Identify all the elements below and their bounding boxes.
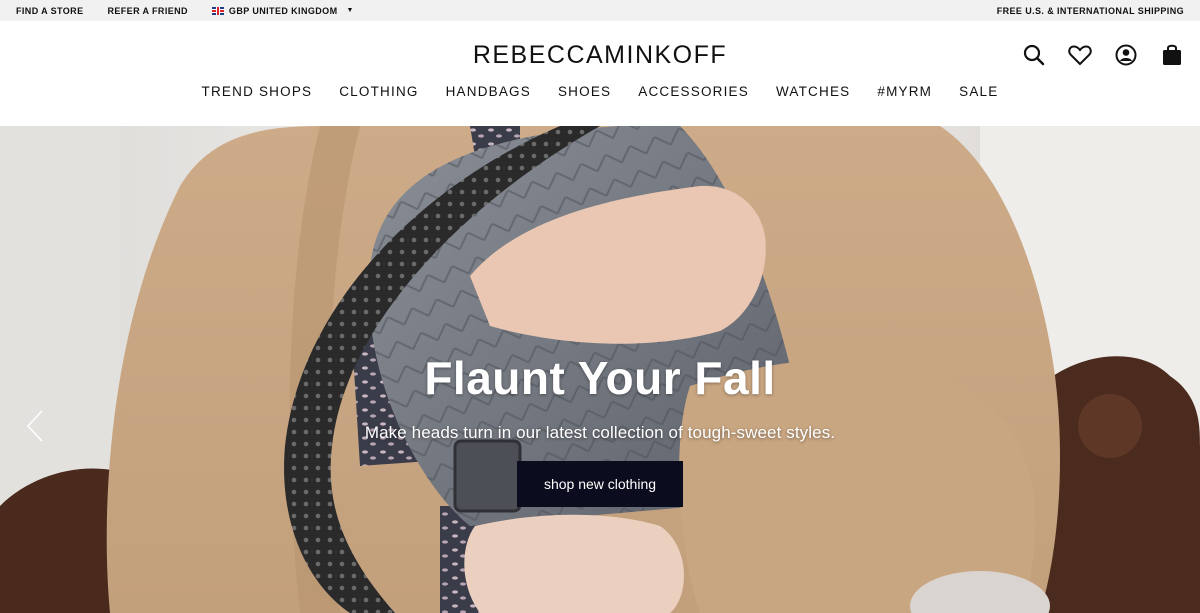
nav-trend-shops[interactable]: TREND SHOPS <box>202 84 313 99</box>
nav-accessories[interactable]: ACCESSORIES <box>638 84 749 99</box>
uk-flag-icon <box>211 6 224 15</box>
utility-bar: FIND A STORE REFER A FRIEND GBP UNITED K… <box>0 0 1200 21</box>
heart-icon[interactable] <box>1068 43 1092 67</box>
nav-handbags[interactable]: HANDBAGS <box>446 84 531 99</box>
nav-sale[interactable]: SALE <box>959 84 998 99</box>
shopping-bag-icon[interactable] <box>1160 43 1184 67</box>
shipping-message: FREE U.S. & INTERNATIONAL SHIPPING <box>996 5 1184 16</box>
hero-subtitle: Make heads turn in our latest collection… <box>364 423 836 442</box>
site-header: REBECCAMINKOFF TREND SHOPS CLOTHING HAND… <box>0 21 1200 126</box>
country-selector[interactable]: GBP UNITED KINGDOM ▼ <box>211 5 354 16</box>
nav-myrm[interactable]: #MYRM <box>877 84 932 99</box>
hero-content: Flaunt Your Fall Make heads turn in our … <box>0 351 1200 507</box>
account-icon[interactable] <box>1114 43 1138 67</box>
caret-down-icon: ▼ <box>346 7 354 14</box>
header-icons <box>1022 43 1184 67</box>
find-store-link[interactable]: FIND A STORE <box>16 6 83 16</box>
refer-friend-link[interactable]: REFER A FRIEND <box>107 6 187 16</box>
search-icon[interactable] <box>1022 43 1046 67</box>
nav-clothing[interactable]: CLOTHING <box>339 84 418 99</box>
hero-title: Flaunt Your Fall <box>424 352 776 404</box>
utility-left: FIND A STORE REFER A FRIEND GBP UNITED K… <box>16 6 378 16</box>
main-nav: TREND SHOPS CLOTHING HANDBAGS SHOES ACCE… <box>0 84 1200 99</box>
nav-shoes[interactable]: SHOES <box>558 84 611 99</box>
hero-banner: Flaunt Your Fall Make heads turn in our … <box>0 126 1200 613</box>
country-label: GBP UNITED KINGDOM <box>228 5 338 16</box>
shop-new-clothing-button[interactable]: shop new clothing <box>517 461 683 507</box>
nav-watches[interactable]: WATCHES <box>776 84 850 99</box>
site-logo[interactable]: REBECCAMINKOFF <box>0 41 1200 70</box>
